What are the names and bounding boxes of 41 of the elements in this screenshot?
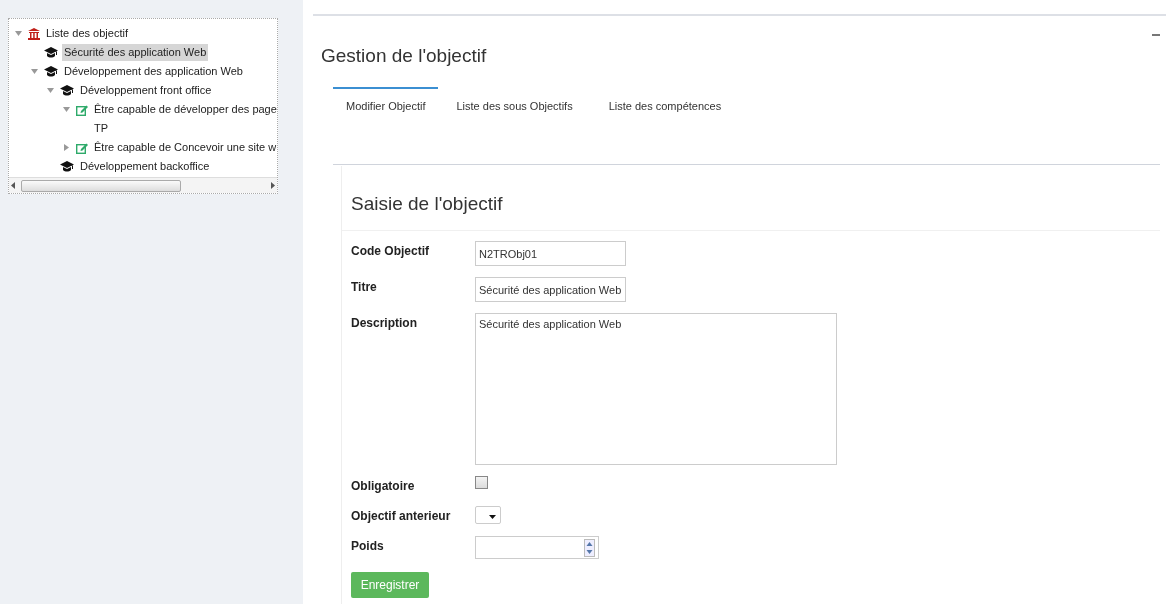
- expanded-arrow-icon[interactable]: [31, 68, 38, 75]
- tab[interactable]: Liste des sous Objectifs: [438, 86, 591, 125]
- caret-icon: [489, 515, 496, 519]
- bank-icon: [28, 27, 40, 40]
- horizontal-scrollbar[interactable]: [9, 177, 277, 193]
- tree-item[interactable]: Développement front office: [78, 82, 214, 99]
- tree-item[interactable]: Liste des objectif: [44, 25, 130, 42]
- form-title: Saisie de l'objectif: [342, 165, 1160, 231]
- graduation-cap-icon: [60, 161, 74, 172]
- scroll-left-icon[interactable]: [11, 182, 15, 189]
- number-field[interactable]: [475, 536, 599, 559]
- field-label: Code Objectif: [351, 243, 430, 260]
- expanded-arrow-icon[interactable]: [15, 30, 22, 37]
- field-label: Obligatoire: [351, 478, 416, 495]
- tab[interactable]: Liste des compétences: [590, 86, 740, 125]
- edit-icon: [76, 141, 88, 154]
- field-label: Titre: [351, 279, 378, 296]
- tree-item[interactable]: TP: [92, 120, 111, 137]
- tree-item[interactable]: Développement backoffice: [78, 158, 212, 175]
- tree-item[interactable]: Être capable de Concevoir une site w: [92, 139, 277, 156]
- graduation-cap-icon: [44, 66, 58, 77]
- edit-icon: [76, 103, 88, 116]
- field-label: Objectif anterieur: [351, 508, 452, 525]
- dropdown[interactable]: [475, 506, 501, 524]
- page-title: Gestion de l'objectif: [321, 44, 488, 68]
- field-label: Poids: [351, 538, 385, 555]
- tree-item[interactable]: Être capable de développer des page: [92, 101, 277, 118]
- scroll-right-icon[interactable]: [271, 182, 275, 189]
- text-field[interactable]: N2TRObj01: [475, 241, 626, 266]
- tree-item[interactable]: Développement des application Web: [62, 63, 245, 80]
- description-field[interactable]: Sécurité des application Web: [475, 313, 837, 465]
- spinner-icon: [584, 538, 595, 557]
- tree-item[interactable]: Sécurité des application Web: [62, 44, 209, 61]
- expanded-arrow-icon[interactable]: [63, 106, 70, 113]
- graduation-cap-icon: [44, 47, 58, 58]
- field-label: Description: [351, 315, 418, 332]
- expanded-arrow-icon[interactable]: [47, 87, 54, 94]
- collapsed-arrow-icon[interactable]: [63, 144, 70, 151]
- checkbox[interactable]: [475, 476, 488, 489]
- graduation-cap-icon: [60, 85, 74, 96]
- text-field[interactable]: Sécurité des application Web: [475, 277, 626, 302]
